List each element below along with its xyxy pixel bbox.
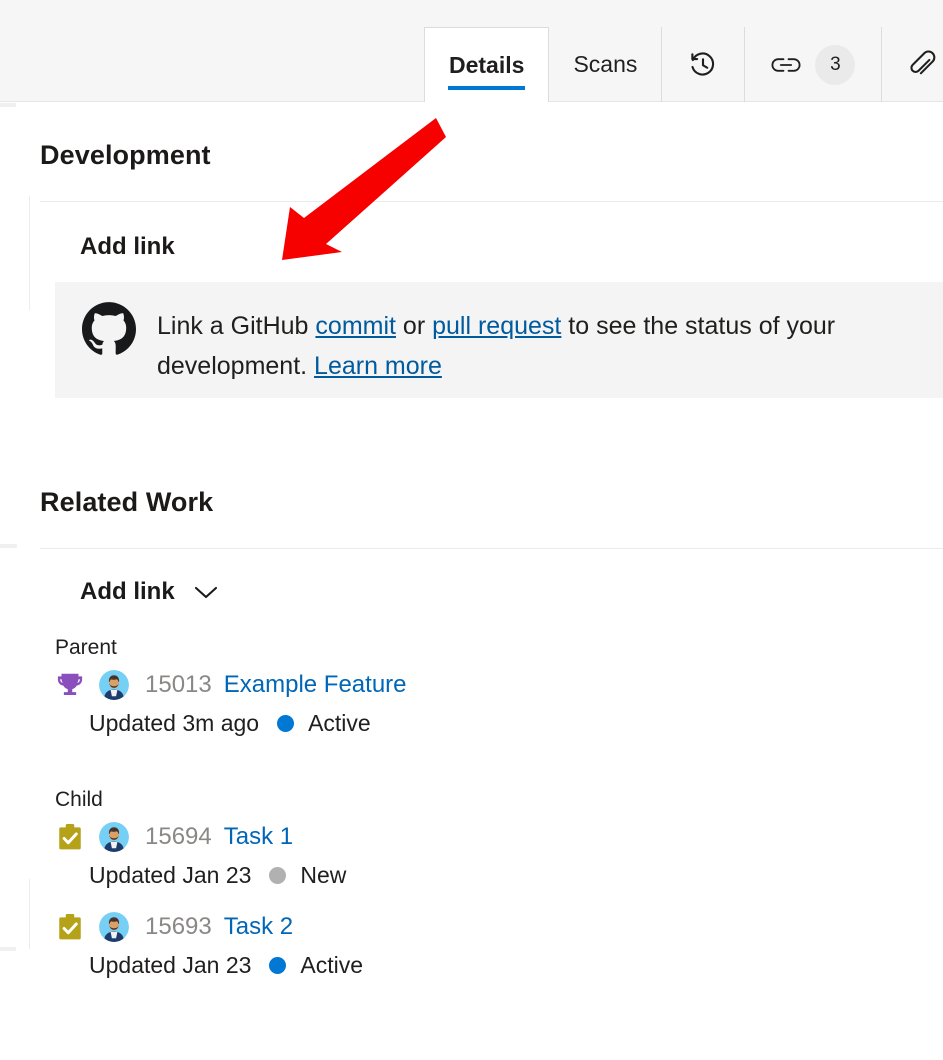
avatar (99, 670, 129, 700)
commit-link[interactable]: commit (315, 312, 396, 340)
tab-details[interactable]: Details (424, 27, 548, 102)
learn-more-link[interactable]: Learn more (314, 352, 442, 380)
status-badge: Active (308, 710, 371, 737)
work-item-meta-row: Updated Jan 23 Active (89, 946, 935, 984)
work-item-meta-row: Updated Jan 23 New (89, 856, 935, 894)
tab-history[interactable] (661, 27, 744, 102)
left-scroll-rule (29, 196, 30, 310)
development-section-title: Development (40, 140, 211, 171)
avatar (99, 912, 129, 942)
status-dot (277, 715, 294, 732)
left-edge-mark-top (0, 103, 16, 107)
status-badge: New (300, 862, 346, 889)
development-divider (40, 201, 943, 202)
work-item-header-row: 15694 Task 1 (55, 818, 935, 856)
related-work-group-child: Child (55, 788, 935, 988)
related-work-section-title: Related Work (40, 487, 213, 518)
callout-text-part-1: Link a GitHub (157, 312, 315, 340)
group-label-child: Child (55, 788, 935, 812)
work-item-meta-row: Updated 3m ago Active (89, 704, 935, 742)
avatar (99, 822, 129, 852)
task-clipboard-icon (55, 822, 85, 852)
related-work-add-link-label: Add link (80, 578, 175, 606)
github-link-callout: Link a GitHub commit or pull request to … (55, 282, 943, 398)
related-work-group-parent: Parent 1 (55, 636, 935, 746)
work-item-header-row: 15693 Task 2 (55, 908, 935, 946)
work-item-title-link[interactable]: Task 2 (224, 913, 293, 941)
tab-list: Details Scans (424, 27, 943, 102)
related-work-item[interactable]: 15693 Task 2 Updated Jan 23 Active (55, 908, 935, 984)
chevron-down-icon (175, 584, 219, 600)
link-icon (771, 55, 801, 75)
work-item-id: 15013 (145, 671, 212, 699)
related-work-item[interactable]: 15694 Task 1 Updated Jan 23 New (55, 818, 935, 894)
work-item-updated: Updated 3m ago (89, 710, 259, 737)
callout-text-part-2: or (396, 312, 432, 340)
work-item-id: 15694 (145, 823, 212, 851)
tab-links[interactable]: 3 (744, 27, 881, 102)
github-icon (55, 282, 136, 360)
work-item-updated: Updated Jan 23 (89, 952, 251, 979)
pull-request-link[interactable]: pull request (432, 312, 561, 340)
group-label-parent: Parent (55, 636, 935, 660)
work-item-header-row: 15013 Example Feature (55, 666, 935, 704)
left-edge-mark-bottom (0, 947, 16, 951)
history-icon (688, 50, 718, 80)
tab-details-label: Details (449, 52, 524, 79)
development-add-link-button[interactable]: Add link (80, 233, 175, 261)
work-item-id: 15693 (145, 913, 212, 941)
tab-attachments[interactable] (881, 27, 943, 102)
status-dot (269, 867, 286, 884)
status-dot (269, 957, 286, 974)
task-clipboard-icon (55, 912, 85, 942)
work-item-title-link[interactable]: Example Feature (224, 671, 407, 699)
work-item-details-pane: Development Add link Link a GitHub commi… (0, 102, 943, 1060)
related-work-add-link-button[interactable]: Add link (80, 578, 219, 606)
github-callout-text: Link a GitHub commit or pull request to … (157, 306, 923, 386)
work-item-tab-strip: Details Scans (0, 0, 943, 102)
feature-trophy-icon (55, 670, 85, 700)
left-scroll-rule-lower (29, 879, 30, 949)
work-item-title-link[interactable]: Task 1 (224, 823, 293, 851)
tab-scans[interactable]: Scans (548, 27, 661, 102)
related-work-item[interactable]: 15013 Example Feature Updated 3m ago Act… (55, 666, 935, 742)
attachment-icon (908, 50, 936, 80)
left-edge-mark-middle (0, 544, 17, 548)
work-item-updated: Updated Jan 23 (89, 862, 251, 889)
tab-selected-underline (448, 86, 525, 90)
links-count-badge: 3 (815, 45, 855, 85)
related-work-divider (40, 548, 943, 549)
tab-scans-label: Scans (573, 51, 637, 78)
status-badge: Active (300, 952, 363, 979)
